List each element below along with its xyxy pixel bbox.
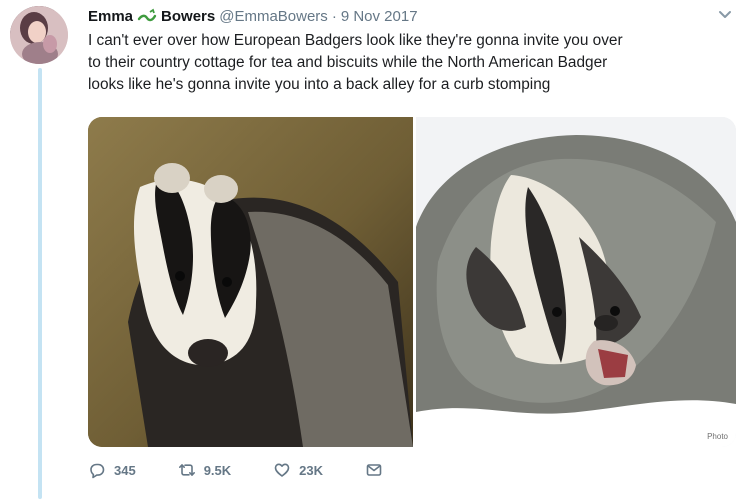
heart-icon: [274, 463, 290, 477]
tweet-text-line-2: to their country cottage for tea and bis…: [88, 54, 608, 71]
like-count: 23K: [299, 462, 324, 478]
tweet-text: I can't ever over how European Badgers l…: [88, 30, 740, 96]
retweet-action[interactable]: 9.5K: [178, 461, 231, 479]
author-name-first[interactable]: Emma: [88, 8, 133, 25]
photo-credit: Photo: [707, 432, 728, 441]
american-badger-image: [416, 117, 736, 447]
avatar[interactable]: [10, 6, 68, 64]
retweet-icon: [178, 464, 195, 476]
tweet-text-line-3: looks like he's gonna invite you into a …: [88, 76, 551, 93]
like-action[interactable]: 23K: [273, 461, 323, 479]
reply-action[interactable]: 345: [88, 461, 136, 479]
european-badger-photo[interactable]: [88, 117, 413, 447]
author-handle[interactable]: @EmmaBowers: [219, 8, 328, 25]
tweet-header: Emma Bowers @EmmaBowers · 9 Nov 2017: [88, 6, 730, 26]
tweet-text-line-1: I can't ever over how European Badgers l…: [88, 32, 623, 49]
retweet-count: 9.5K: [203, 462, 232, 478]
thread-line: [38, 68, 42, 499]
message-action[interactable]: [365, 461, 383, 479]
avatar-image: [10, 6, 68, 64]
reply-count: 345: [114, 462, 136, 478]
european-badger-image: [88, 117, 413, 447]
reply-icon: [90, 463, 105, 479]
envelope-icon: [366, 464, 382, 476]
chevron-down-icon[interactable]: [718, 9, 732, 21]
tweet-date[interactable]: 9 Nov 2017: [341, 8, 418, 25]
tweet-actions: 345 9.5K 23K: [88, 458, 383, 482]
american-badger-photo[interactable]: Photo: [416, 117, 736, 447]
author-name-last[interactable]: Bowers: [161, 8, 215, 25]
tweet-media: Photo: [88, 117, 736, 447]
separator-dot: ·: [331, 7, 337, 25]
dragon-icon: [137, 8, 157, 22]
